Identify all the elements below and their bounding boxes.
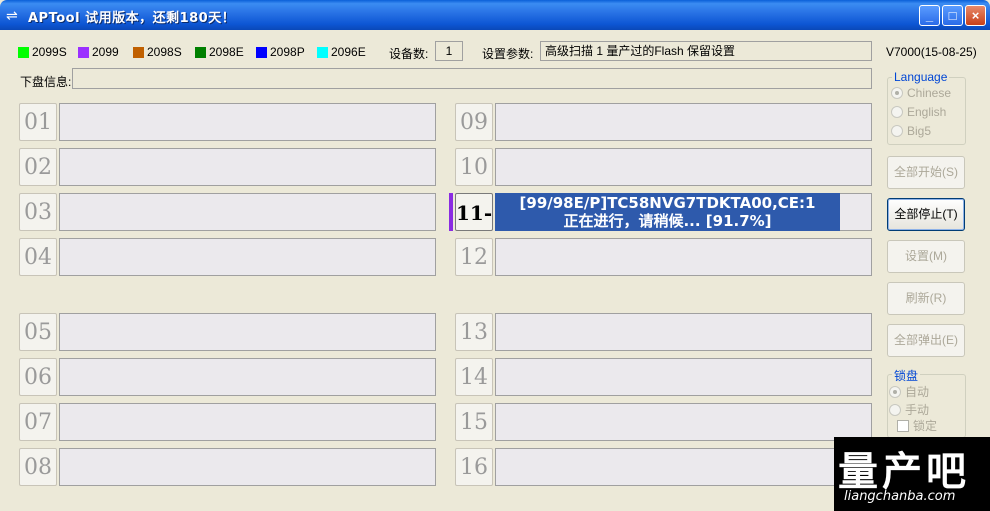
legend-swatch [78,46,89,58]
window-title: APTool 试用版本，还剩180天！ [28,11,236,26]
slot-number-13: 13 [455,313,493,351]
stop-all-button[interactable]: 全部停止(T) [887,198,965,231]
radio-dot [889,403,901,416]
slot-number-09: 09 [455,103,493,141]
slot-status-15 [495,403,872,441]
settings-button[interactable]: 设置(M) [887,240,965,273]
eject-all-button[interactable]: 全部弹出(E) [887,324,965,357]
watermark-url: liangchanba.com [844,489,956,504]
slot-status-13 [495,313,872,351]
language-chinese-radio[interactable]: Chinese [891,86,951,100]
settings-field: 高级扫描 1 量产过的Flash 保留设置 [540,41,872,61]
legend-2098e: 2098E [195,45,244,59]
legend-label: 2099S [32,45,67,59]
slot-status-02 [59,148,436,186]
language-english-radio[interactable]: English [891,105,946,119]
slot-status-06 [59,358,436,396]
checkbox-square [897,419,909,432]
slot-status-14 [495,358,872,396]
legend-swatch [317,46,328,58]
slot-number-14: 14 [455,358,493,396]
legend-label: 2099 [92,45,119,59]
slot-number-11[interactable]: 11-I [455,193,493,263]
slot-number-06: 06 [19,358,57,396]
start-all-button[interactable]: 全部开始(S) [887,156,965,189]
lock-auto-radio[interactable]: 自动 [889,383,929,400]
slot-status-12 [495,238,872,276]
slot-number-02: 02 [19,148,57,186]
watermark: 量产吧 liangchanba.com [834,437,990,511]
radio-label: 手动 [905,403,930,417]
legend-2099: 2099 [78,45,119,59]
radio-dot [889,385,901,398]
legend-swatch [133,46,144,58]
legend-label: 2098E [209,45,244,59]
refresh-button[interactable]: 刷新(R) [887,282,965,315]
download-info-field [72,68,872,89]
legend-2098s: 2098S [133,45,182,59]
device-count-label: 设备数: [389,47,429,61]
usb-icon: ⇌ [6,7,18,23]
legend-swatch [18,46,29,58]
radio-label: Chinese [907,86,952,100]
slot-number-16: 16 [455,448,493,486]
legend-label: 2098S [147,45,182,59]
radio-dot [891,87,903,99]
lock-group-title: 锁盘 [892,367,921,384]
slot-number-04: 04 [19,238,57,276]
slot-number-03: 03 [19,193,57,231]
slot-status-03 [59,193,436,231]
lock-checkbox[interactable]: 锁定 [897,417,937,434]
minimize-button[interactable]: _ [919,5,940,26]
slot-number-05: 05 [19,313,57,351]
language-big5-radio[interactable]: Big5 [891,124,931,138]
slot-status-01 [59,103,436,141]
maximize-button[interactable]: □ [942,5,963,26]
close-button[interactable]: × [965,5,986,26]
title-bar: ⇌ APTool 试用版本，还剩180天！ _ □ × [0,0,990,30]
checkbox-label: 锁定 [913,419,938,433]
lock-manual-radio[interactable]: 手动 [889,401,929,418]
slot-number-15: 15 [455,403,493,441]
legend-2098p: 2098P [256,45,305,59]
radio-dot [891,125,903,137]
device-count-value: 1 [435,41,463,61]
legend-2096e: 2096E [317,45,366,59]
slot-status-04 [59,238,436,276]
radio-label: 自动 [905,385,930,399]
slot-status-16 [495,448,872,486]
progress-chip-info: [99/98E/P]TC58NVG7TDKTA00,CE:1 [519,194,816,212]
radio-label: Big5 [907,124,932,138]
slot-number-12: 12 [455,238,493,276]
slot-status-07 [59,403,436,441]
slot-status-08 [59,448,436,486]
slot-number-07: 07 [19,403,57,441]
version-label: V7000(15-08-25) [886,45,977,59]
radio-label: English [907,105,947,119]
download-info-label: 下盘信息: [20,75,72,89]
progress-status: 正在进行，请稍候... [91.7%] [563,212,772,230]
legend-label: 2098P [270,45,305,59]
slot-status-09 [495,103,872,141]
slot-number-10: 10 [455,148,493,186]
slot-number-01: 01 [19,103,57,141]
slot-progress-11: [99/98E/P]TC58NVG7TDKTA00,CE:1 正在进行，请稍候.… [495,193,840,231]
settings-label: 设置参数: [482,47,534,61]
slot-number-08: 08 [19,448,57,486]
slot-status-10 [495,148,872,186]
active-slot-indicator [449,193,453,231]
legend-label: 2096E [331,45,366,59]
legend-swatch [195,46,206,58]
legend-2099s: 2099S [18,45,67,59]
legend-swatch [256,46,267,58]
radio-dot [891,106,903,118]
slot-status-05 [59,313,436,351]
language-group-title: Language [892,70,950,84]
